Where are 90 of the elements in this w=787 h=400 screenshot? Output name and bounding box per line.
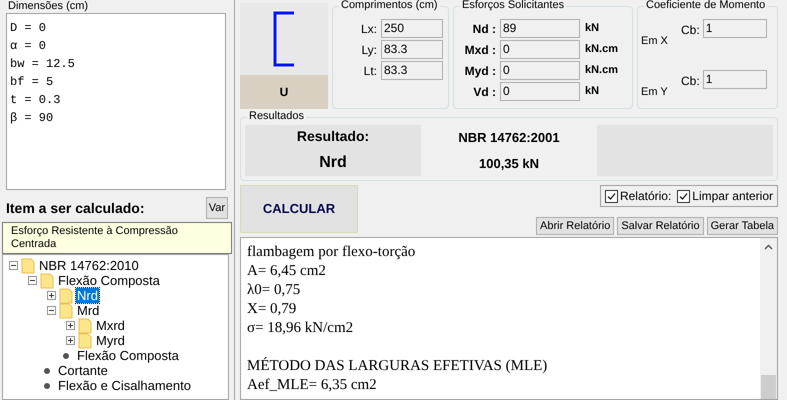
result-heading: Resultado:: [296, 127, 370, 146]
group-title: Resultados: [247, 110, 306, 122]
expand-icon[interactable]: [66, 336, 75, 345]
u-section-drawing: [272, 9, 296, 69]
tree-item[interactable]: Mrd: [76, 303, 100, 318]
dimension-line: bw = 12.5: [10, 56, 76, 73]
report-line: X= 0,79: [247, 300, 298, 319]
collapse-icon[interactable]: [47, 306, 56, 315]
report-line: MÉTODO DAS LARGURAS EFETIVAS (MLE): [247, 357, 548, 376]
scroll-up-icon[interactable]: [764, 244, 773, 250]
result-value: 100,35 kN: [479, 154, 539, 172]
tree-item[interactable]: Myrd: [95, 333, 126, 348]
group-title: Comprimentos (cm): [339, 0, 440, 11]
folder-icon: [40, 272, 54, 288]
bullet-icon: [63, 352, 69, 358]
var-button[interactable]: Var: [206, 197, 228, 219]
input-field[interactable]: 1: [702, 19, 767, 38]
unit-label: kN.cm: [584, 42, 618, 58]
dimension-line: D = 0: [10, 20, 48, 37]
result-name: Nrd: [319, 153, 347, 173]
tree-item[interactable]: Mxrd: [95, 318, 126, 333]
calculate-button[interactable]: CALCULAR: [240, 185, 358, 233]
field-label: Nd :: [472, 20, 497, 38]
unit-label: kN.cm: [584, 63, 618, 78]
tree-item[interactable]: NBR 14762:2010: [38, 258, 140, 273]
group-title: Esforços Solicitantes: [460, 0, 566, 11]
bullet-icon: [44, 368, 50, 374]
axis-label: Em X: [641, 34, 669, 49]
report-line: A= 6,45 cm2: [247, 262, 327, 281]
report-line: flambagem por flexo-torção: [247, 243, 416, 262]
input-field[interactable]: 89: [500, 19, 580, 38]
group-title: Dimensões (cm): [8, 0, 88, 12]
collapse-icon[interactable]: [28, 276, 37, 285]
folder-icon: [59, 288, 73, 304]
report-line: λ0= 0,75: [247, 281, 302, 300]
folder-icon: [78, 332, 92, 348]
expand-icon[interactable]: [47, 291, 56, 300]
tree-item[interactable]: Cortante: [57, 363, 109, 378]
input-field[interactable]: 0: [500, 61, 580, 80]
tree-item[interactable]: Flexão e Cisalhamento: [57, 378, 192, 393]
checkbox-label: Limpar anterior: [692, 188, 773, 205]
input-field[interactable]: 250: [381, 19, 443, 38]
report-button[interactable]: Salvar Relatório: [617, 217, 704, 235]
field-label: Vd :: [472, 84, 497, 100]
dimension-line: bf = 5: [10, 74, 54, 91]
field-label: Lt:: [362, 62, 378, 80]
bullet-icon: [44, 382, 50, 388]
input-field[interactable]: 0: [500, 82, 580, 101]
tree-item[interactable]: Flexão Composta: [76, 348, 180, 363]
panel-title: Item a ser calculado:: [6, 198, 145, 218]
dimension-line: t = 0.3: [10, 92, 62, 109]
scrollbar[interactable]: [760, 238, 777, 399]
group-title: Coeficiente de Momento: [644, 0, 768, 11]
field-label: Myd :: [464, 62, 497, 80]
input-field[interactable]: 83.3: [381, 61, 443, 80]
field-label: Cb:: [681, 22, 701, 39]
input-field[interactable]: 1: [702, 70, 767, 88]
tooltip: Esforço Resistente à Compressão Centrada: [2, 222, 232, 254]
report-button[interactable]: Abrir Relatório: [536, 217, 614, 235]
dimension-line: α = 0: [10, 38, 48, 55]
unit-label: kN: [584, 84, 600, 100]
checkbox[interactable]: [677, 190, 690, 202]
input-field[interactable]: 0: [500, 40, 580, 59]
check-icon: [679, 192, 688, 200]
field-label: Mxd :: [464, 42, 497, 58]
collapse-icon[interactable]: [9, 261, 18, 270]
folder-icon: [78, 318, 92, 334]
unit-label: kN: [584, 21, 600, 36]
tree-item[interactable]: Flexão Composta: [57, 273, 161, 288]
axis-label: Em Y: [641, 84, 669, 100]
expand-icon[interactable]: [66, 321, 75, 330]
tree-item[interactable]: Nrd: [76, 288, 99, 303]
section-label: U: [240, 75, 328, 109]
dimensions-text-area[interactable]: D = 0 α = 0 bw = 12.5 bf = 5 t = 0.3 β = 90: [6, 13, 226, 190]
check-icon: [606, 192, 616, 200]
result-norm: NBR 14762:2001: [458, 129, 560, 147]
dimension-line: β = 90: [10, 110, 54, 127]
folder-icon: [21, 258, 35, 274]
input-field[interactable]: 83.3: [381, 40, 443, 59]
report-button[interactable]: Gerar Tabela: [706, 217, 778, 235]
report-line: Aef_MLE= 6,35 cm2: [247, 376, 378, 395]
report-line: σ= 18,96 kN/cm2: [247, 319, 354, 338]
report-text-area[interactable]: flambagem por flexo-torção A= 6,45 cm2 λ0= 0,75 X= 0,79 σ= 18,96 kN/cm2 MÉTODO DAS LARGURAS EFETIVAS (MLE) Aef_MLE= 6,35 cm2: [240, 237, 778, 400]
checkbox[interactable]: [604, 190, 618, 202]
scroll-thumb[interactable]: [761, 375, 776, 399]
field-label: Lx:: [360, 20, 378, 38]
folder-icon: [59, 302, 73, 318]
checkbox-label: Relatório:: [620, 188, 672, 205]
field-label: Ly:: [360, 42, 378, 58]
field-label: Cb:: [681, 72, 701, 90]
